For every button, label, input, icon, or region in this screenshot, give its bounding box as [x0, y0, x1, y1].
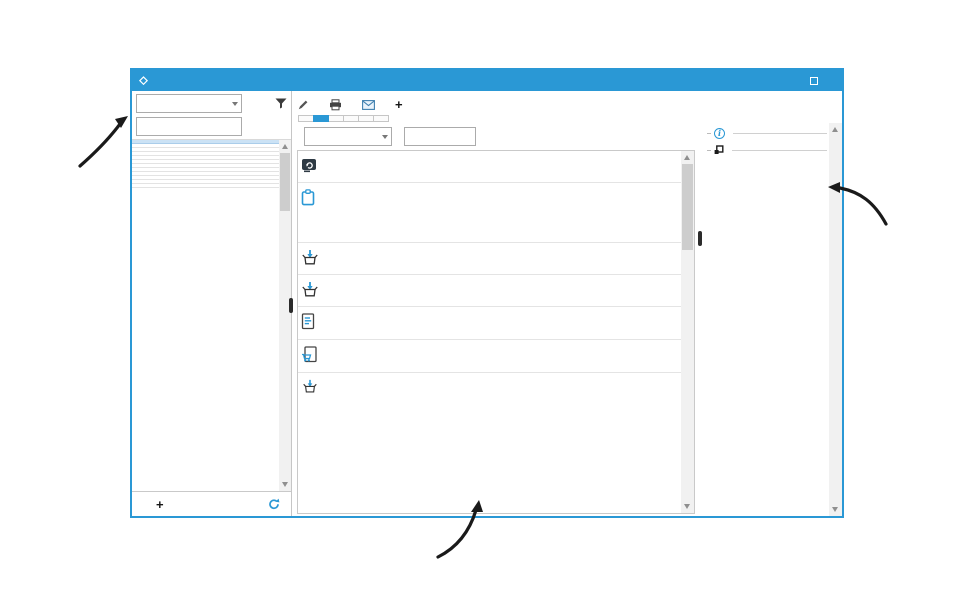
print-button[interactable] — [329, 99, 346, 111]
detail-tabs — [297, 115, 842, 122]
scroll-down-icon[interactable] — [832, 507, 838, 512]
titlebar[interactable] — [132, 70, 842, 91]
funnel-icon — [275, 98, 287, 109]
product-list-panel: + — [132, 91, 292, 516]
timeline-scrollbar[interactable] — [681, 151, 694, 513]
refresh-button[interactable] — [268, 498, 285, 510]
look-for-input[interactable] — [404, 127, 476, 146]
adjustment-icon — [301, 157, 318, 173]
timeline-entries — [297, 150, 695, 514]
edit-button[interactable] — [298, 99, 313, 110]
scroll-down-icon[interactable] — [684, 504, 690, 509]
info-header: i — [707, 128, 827, 139]
product-list-item[interactable] — [132, 184, 279, 188]
email-button[interactable] — [362, 100, 379, 110]
toolbar: + — [297, 96, 842, 115]
tab-timeline[interactable] — [313, 115, 329, 122]
info-panel: i — [705, 123, 829, 516]
timeline-entry-adjustment — [298, 151, 681, 183]
timeline-filter-bar — [297, 123, 695, 150]
page: + — [0, 0, 960, 601]
tab-insights[interactable] — [343, 115, 359, 122]
note-icon — [301, 189, 315, 206]
receipt-icon — [301, 379, 319, 393]
printer-icon — [329, 99, 342, 111]
tab-vendors[interactable] — [373, 115, 389, 122]
type-dropdown[interactable] — [304, 127, 392, 146]
scroll-up-icon[interactable] — [684, 155, 690, 160]
scroll-thumb[interactable] — [682, 164, 693, 250]
plus-icon: + — [395, 98, 403, 111]
app-window: + — [130, 68, 844, 518]
note-meta — [571, 188, 679, 238]
characteristics-icon — [714, 145, 724, 155]
splitter-handle-icon[interactable] — [698, 231, 702, 246]
new-product-button[interactable]: + — [156, 498, 169, 511]
receipt-icon — [301, 249, 319, 265]
filter-button[interactable] — [272, 98, 287, 109]
tab-prices[interactable] — [328, 115, 344, 122]
scroll-down-icon[interactable] — [282, 482, 288, 487]
chevron-down-icon — [382, 135, 388, 139]
scroll-up-icon[interactable] — [832, 127, 838, 132]
tab-inventory[interactable] — [298, 115, 314, 122]
create-button[interactable]: + — [395, 98, 407, 111]
annotation-search-filter — [4, 158, 132, 162]
product-list-scrollbar[interactable] — [279, 140, 291, 491]
refresh-icon — [268, 498, 280, 510]
timeline-entry-order — [298, 307, 681, 340]
timeline-entry-receipt-partial — [298, 373, 681, 402]
scroll-thumb[interactable] — [280, 153, 290, 211]
app-icon — [138, 75, 149, 86]
pencil-icon — [298, 99, 309, 110]
timeline-entry-receipt — [298, 243, 681, 275]
scroll-up-icon[interactable] — [282, 144, 288, 149]
product-detail-panel: + — [292, 91, 842, 516]
timeline-pane — [297, 123, 695, 516]
timeline-entry-receipt — [298, 275, 681, 307]
timeline-entry-po — [298, 340, 681, 373]
envelope-icon — [362, 100, 375, 110]
info-icon: i — [714, 128, 725, 139]
annotation-event-timeline — [330, 524, 440, 528]
annotation-key-info — [848, 222, 960, 226]
receipt-icon — [301, 281, 319, 297]
info-panel-scrollbar[interactable] — [829, 123, 842, 516]
splitter-handle-icon[interactable] — [289, 298, 293, 313]
tab-substitutions[interactable] — [358, 115, 374, 122]
chevron-down-icon — [232, 102, 238, 106]
characteristics-header — [707, 145, 827, 155]
product-list — [132, 139, 291, 491]
maximize-icon[interactable] — [810, 77, 818, 85]
list-footer: + — [132, 491, 291, 516]
status-filter-dropdown[interactable] — [136, 94, 242, 113]
plus-icon: + — [156, 498, 164, 511]
search-input[interactable] — [136, 117, 242, 136]
po-icon — [301, 346, 317, 363]
order-icon — [301, 313, 315, 330]
pane-splitter[interactable] — [695, 123, 705, 516]
timeline-entry-note — [298, 183, 681, 243]
